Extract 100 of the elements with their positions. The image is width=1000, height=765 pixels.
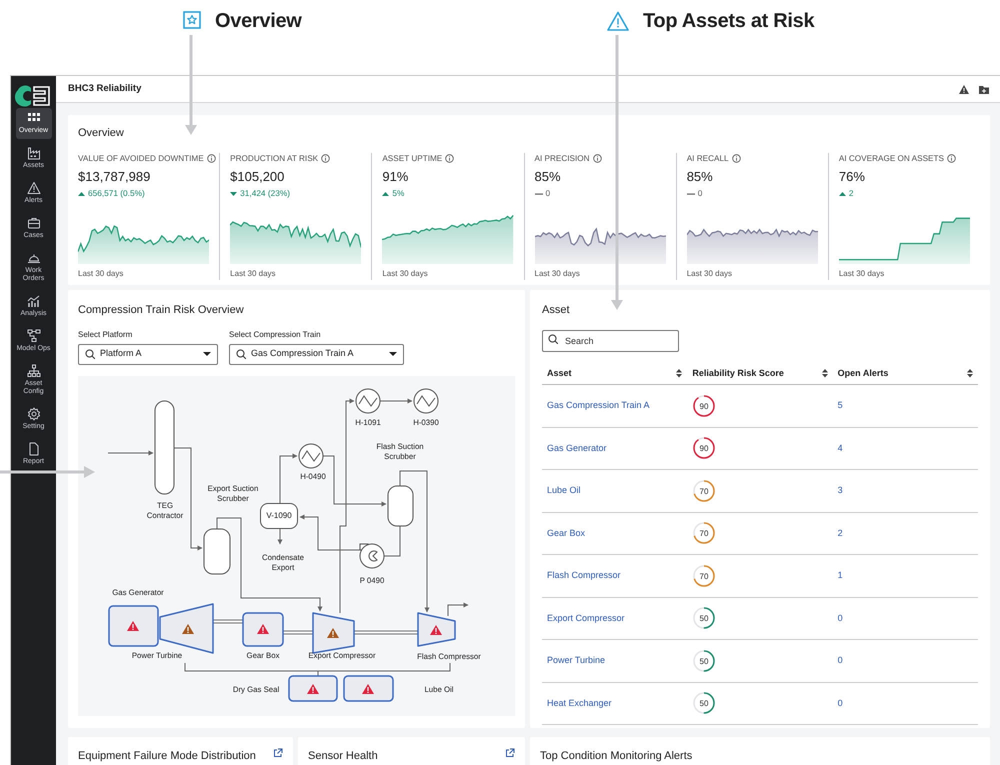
factory-icon bbox=[26, 146, 40, 160]
pipe-arrow bbox=[380, 398, 412, 403]
sort-icon[interactable] bbox=[822, 368, 828, 378]
pump-icon bbox=[360, 543, 384, 568]
alert-count-link[interactable]: 1 bbox=[838, 570, 843, 580]
asset-link[interactable]: Flash Compressor bbox=[547, 570, 621, 580]
asset-link[interactable]: Export Compressor bbox=[547, 612, 625, 622]
metric-change: 0 bbox=[698, 187, 702, 200]
card-title: Equipment Failure Mode Distribution bbox=[78, 749, 256, 764]
dropdown-value: Gas Compression Train A bbox=[251, 347, 355, 360]
asset-link[interactable]: Power Turbine bbox=[547, 655, 606, 665]
hierarchy-icon bbox=[26, 364, 40, 378]
risk-score-ring: 70 bbox=[692, 521, 716, 546]
caret-down-icon bbox=[389, 352, 397, 356]
pipe-arrow bbox=[108, 450, 154, 455]
alert-count-link[interactable]: 0 bbox=[838, 655, 843, 665]
card-title: Compression Train Risk Overview bbox=[78, 303, 245, 318]
risk-score-ring: 70 bbox=[692, 564, 716, 588]
warning-icon[interactable] bbox=[958, 84, 970, 94]
period-label: Last 30 days bbox=[78, 268, 124, 280]
sort-icon[interactable] bbox=[967, 368, 973, 378]
risk-score-ring: 90 bbox=[692, 394, 716, 418]
turbine-node[interactable] bbox=[159, 602, 214, 654]
metric-label: ASSET UPTIME bbox=[382, 152, 442, 164]
pipe-arrow bbox=[280, 453, 298, 503]
metric-change: 5% bbox=[392, 187, 404, 200]
metric-label: AI RECALL bbox=[686, 152, 729, 164]
asset-link[interactable]: Gas Generator bbox=[547, 442, 607, 452]
callout-title: Overview bbox=[215, 9, 302, 34]
compressor-node[interactable] bbox=[312, 612, 355, 654]
period-label: Last 30 days bbox=[838, 268, 886, 280]
asset-link[interactable]: Gas Compression Train A bbox=[547, 400, 650, 410]
pipe-arrow bbox=[448, 602, 468, 616]
info-icon[interactable] bbox=[206, 154, 216, 164]
dropdown-field[interactable]: Platform A bbox=[78, 344, 218, 364]
external-link-icon[interactable] bbox=[505, 748, 515, 758]
app-title: BHC3 Reliability bbox=[68, 82, 142, 96]
compressor-node[interactable] bbox=[417, 612, 456, 646]
callout-title: Top Assets at Risk bbox=[643, 9, 814, 34]
warning-icon bbox=[26, 181, 40, 195]
card-title: Top Condition Monitoring Alerts bbox=[540, 749, 692, 764]
period-label: Last 30 days bbox=[686, 268, 734, 280]
heat-exchanger-icon bbox=[298, 443, 324, 468]
document-icon bbox=[26, 442, 40, 456]
metric-change: 656,571 (0.5%) bbox=[88, 187, 145, 200]
alert-count-link[interactable]: 5 bbox=[838, 400, 843, 410]
scrubber-vessel bbox=[204, 528, 230, 574]
heat-exchanger-icon bbox=[356, 388, 380, 413]
search-field[interactable]: Search bbox=[542, 330, 679, 352]
search-icon bbox=[85, 349, 95, 359]
alert-count-link[interactable]: 2 bbox=[838, 528, 843, 538]
info-icon[interactable] bbox=[445, 154, 454, 164]
info-icon[interactable] bbox=[732, 154, 741, 164]
risk-score-ring: 50 bbox=[692, 606, 716, 630]
settings-icon bbox=[26, 407, 40, 421]
metric-label: PRODUCTION AT RISK bbox=[230, 152, 318, 164]
chart-icon bbox=[26, 294, 40, 308]
equipment-node[interactable] bbox=[108, 604, 159, 646]
equipment-node[interactable] bbox=[242, 612, 284, 646]
info-icon[interactable] bbox=[321, 154, 330, 164]
folder-add-icon[interactable] bbox=[978, 84, 990, 94]
dash-icon bbox=[686, 190, 695, 197]
column-header[interactable]: Asset bbox=[542, 362, 688, 384]
period-label: Last 30 days bbox=[230, 268, 277, 280]
sort-icon[interactable] bbox=[676, 368, 682, 378]
metric-value: 76% bbox=[838, 168, 866, 186]
alert-count-link[interactable]: 4 bbox=[838, 442, 843, 452]
asset-link[interactable]: Lube Oil bbox=[547, 485, 581, 495]
risk-score-ring: 70 bbox=[692, 478, 716, 503]
risk-score-ring: 50 bbox=[692, 648, 716, 673]
period-label: Last 30 days bbox=[382, 268, 429, 280]
caret-up-icon bbox=[382, 190, 390, 197]
metric-label: AI COVERAGE ON ASSETS bbox=[838, 152, 944, 164]
alert-count-link[interactable]: 3 bbox=[838, 485, 843, 495]
field-label: Select Compression Train bbox=[229, 328, 322, 340]
info-icon[interactable] bbox=[946, 154, 956, 164]
caret-down-icon bbox=[230, 190, 238, 197]
metric-value: 85% bbox=[534, 168, 562, 186]
logo-icon[interactable] bbox=[14, 84, 52, 108]
card-title: Asset bbox=[542, 303, 571, 318]
network-icon bbox=[26, 329, 40, 343]
info-icon[interactable] bbox=[592, 154, 602, 164]
equipment-node[interactable] bbox=[288, 674, 338, 702]
equipment-node[interactable] bbox=[343, 674, 394, 702]
dropdown-field[interactable]: Gas Compression Train A bbox=[229, 344, 404, 364]
metric-value: $105,200 bbox=[230, 168, 286, 186]
metric-value: 85% bbox=[686, 168, 714, 186]
dropdown-value: Platform A bbox=[100, 347, 143, 360]
column-header[interactable]: Reliability Risk Score bbox=[687, 362, 833, 384]
column-header[interactable]: Open Alerts bbox=[832, 362, 978, 384]
search-icon bbox=[236, 349, 246, 359]
external-link-icon[interactable] bbox=[273, 748, 283, 758]
alert-count-link[interactable]: 0 bbox=[838, 612, 843, 622]
alert-count-link[interactable]: 0 bbox=[838, 698, 843, 708]
vessel-node[interactable]: V-1090 bbox=[260, 502, 298, 528]
dash-icon bbox=[534, 190, 543, 197]
asset-link[interactable]: Gear Box bbox=[547, 528, 586, 538]
search-icon bbox=[548, 334, 558, 344]
card-title: Overview bbox=[78, 126, 125, 141]
asset-link[interactable]: Heat Exchanger bbox=[547, 698, 612, 708]
